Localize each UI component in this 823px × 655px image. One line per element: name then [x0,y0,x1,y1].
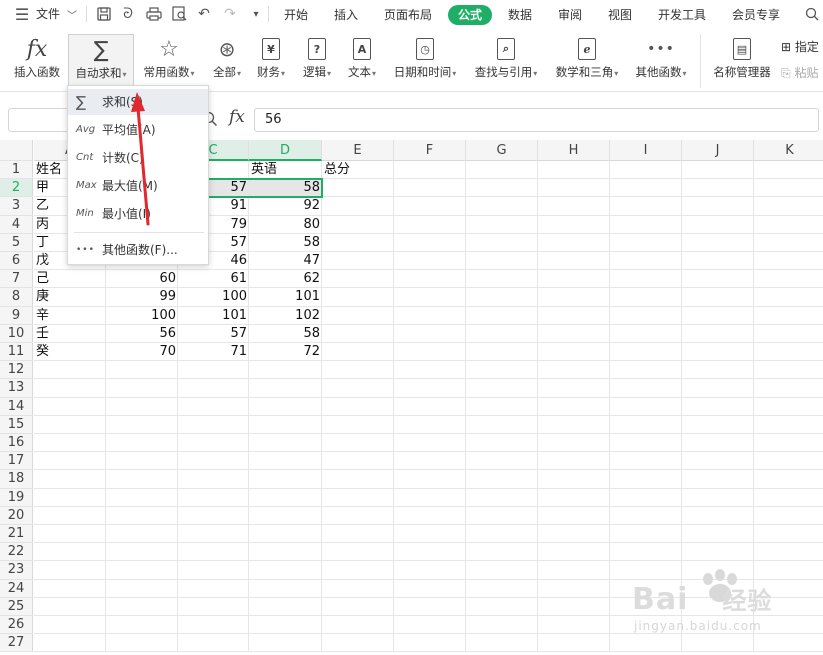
watermark-brand2: 经验 [722,587,773,615]
annotation-arrow [131,92,150,226]
watermark-url: jingyan.baidu.com [634,619,762,633]
baidu-watermark: Bai 经验 jingyan.baidu.com [630,565,810,635]
watermark-brand: Bai [632,582,689,617]
